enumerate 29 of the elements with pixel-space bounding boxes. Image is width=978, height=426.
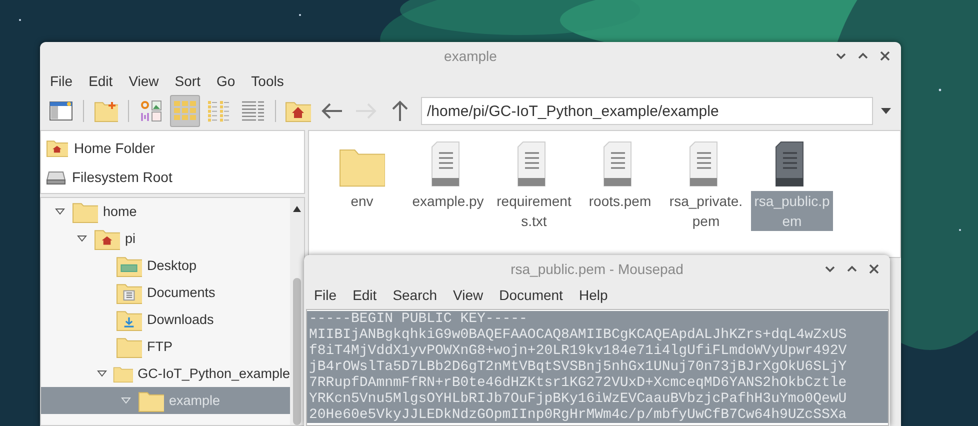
menu-item[interactable]: Go xyxy=(208,73,244,89)
menu-item[interactable]: Tools xyxy=(243,73,292,89)
file-name[interactable]: roots.pem xyxy=(579,191,661,211)
tree-item[interactable]: Documents xyxy=(41,279,290,306)
place-item[interactable]: Filesystem Root xyxy=(41,162,304,191)
tree-item[interactable]: Downloads xyxy=(41,306,290,333)
file-name[interactable]: requirements.txt xyxy=(493,191,575,231)
menu-item[interactable]: Edit xyxy=(344,287,385,303)
file-name[interactable]: example.py xyxy=(407,191,489,211)
window-title: example xyxy=(444,48,497,64)
address-field[interactable]: /home/pi/GC-IoT_Python_example/example xyxy=(421,97,873,125)
menu-item[interactable]: Help xyxy=(570,287,616,303)
place-item[interactable]: Home Folder xyxy=(41,133,304,162)
file-name[interactable]: env xyxy=(321,191,403,211)
tree-item[interactable]: FTP xyxy=(41,333,290,360)
menu-item[interactable]: View xyxy=(445,287,492,303)
tree-item[interactable]: GC-IoT_Python_example xyxy=(41,360,290,387)
menu-item[interactable]: File xyxy=(306,287,345,303)
menu-item[interactable]: View xyxy=(120,73,167,89)
menu-item[interactable]: Edit xyxy=(80,73,121,89)
menu-item[interactable]: Search xyxy=(384,287,446,303)
menu-item[interactable]: Sort xyxy=(166,73,208,89)
tree-item[interactable]: home xyxy=(41,198,290,225)
window-title: rsa_public.pem - Mousepad xyxy=(510,261,684,277)
file-name[interactable]: rsa_private.pem xyxy=(665,191,747,231)
tree-item[interactable]: Desktop xyxy=(41,252,290,279)
menu-item[interactable]: Document xyxy=(491,287,571,303)
tree-item[interactable]: pi xyxy=(41,225,290,252)
menu-item[interactable]: File xyxy=(42,73,81,89)
